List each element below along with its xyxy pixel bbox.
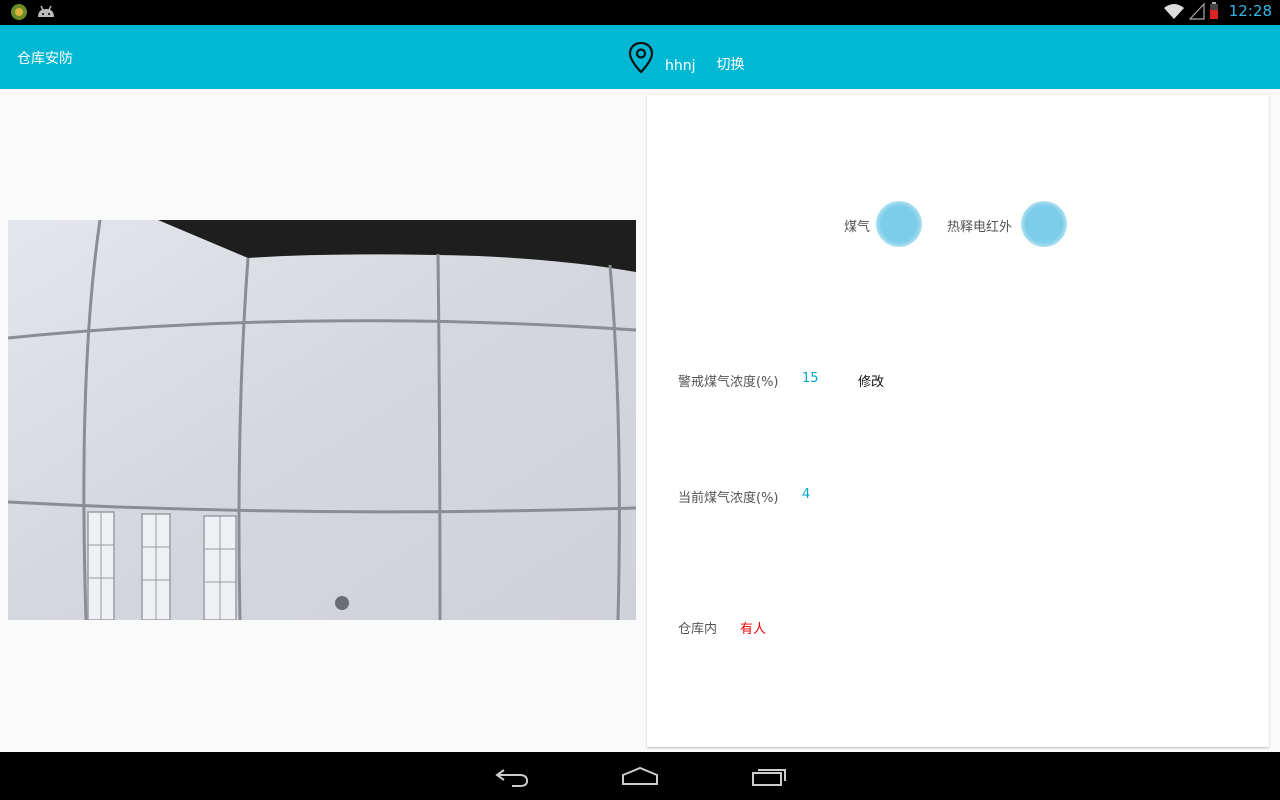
camera-image <box>8 220 636 620</box>
warehouse-label: 仓库内 <box>678 622 718 637</box>
nav-bar <box>0 752 1280 800</box>
pir-sensor-label: 热释电红外 <box>947 220 1013 235</box>
location-selector[interactable]: hhnj 切换 <box>626 39 745 75</box>
switch-button[interactable]: 切换 <box>717 54 745 74</box>
camera-feed <box>8 220 636 620</box>
status-bar: 12:28 <box>0 0 1280 25</box>
status-time: 12:28 <box>1228 2 1272 20</box>
current-gas-label: 当前煤气浓度(%) <box>678 491 779 506</box>
recents-icon[interactable] <box>750 764 788 790</box>
wifi-icon <box>1163 4 1184 19</box>
signal-icon <box>1188 2 1205 20</box>
android-icon <box>38 5 54 17</box>
pir-indicator <box>1021 201 1067 247</box>
back-icon[interactable] <box>494 764 530 790</box>
gas-sensor-label: 煤气 <box>844 220 871 235</box>
location-name[interactable]: hhnj <box>665 58 696 74</box>
modify-button[interactable]: 修改 <box>858 371 884 390</box>
alert-gas-value: 15 <box>802 371 819 386</box>
app-bar: 仓库安防 hhnj 切换 <box>0 25 1280 89</box>
current-gas-value: 4 <box>802 487 811 502</box>
battery-icon <box>1209 2 1218 19</box>
alert-gas-label: 警戒煤气浓度(%) <box>678 375 779 390</box>
app-notification-icon <box>11 4 27 20</box>
warehouse-status: 有人 <box>740 622 767 637</box>
sensor-panel: 煤气 热释电红外 警戒煤气浓度(%) 15 修改 当前煤气浓度(%) 4 仓库内… <box>647 95 1269 747</box>
location-pin-icon[interactable] <box>626 41 656 75</box>
home-icon[interactable] <box>620 764 660 790</box>
gas-indicator <box>876 201 922 247</box>
app-title: 仓库安防 <box>17 51 73 67</box>
